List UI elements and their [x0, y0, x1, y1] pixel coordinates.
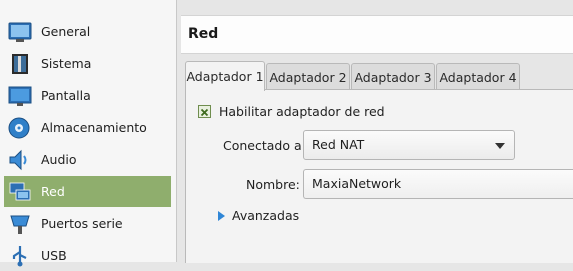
tab-label: Adaptador 1: [186, 69, 264, 84]
page-header: Red: [181, 15, 573, 54]
sidebar-item-label: USB: [41, 248, 67, 263]
enable-adapter-row[interactable]: Habilitar adaptador de red: [198, 104, 385, 119]
expand-arrow-icon: [218, 210, 225, 221]
tab-label: Adaptador 4: [439, 69, 517, 85]
tab-adaptador-4[interactable]: Adaptador 4: [436, 63, 520, 90]
display-icon: [8, 84, 32, 108]
settings-main: Red Adaptador 1 Adaptador 2 Adaptador 3 …: [181, 0, 573, 263]
tab-adaptador-1[interactable]: Adaptador 1: [185, 61, 265, 91]
settings-sidebar: General Sistema Pantalla Almacenamiento …: [0, 0, 177, 266]
tab-label: Adaptador 2: [269, 69, 347, 85]
attached-to-label: Conectado a:: [223, 138, 306, 153]
sidebar-item-audio[interactable]: Audio: [4, 144, 171, 175]
audio-icon: [8, 148, 32, 172]
enable-adapter-label: Habilitar adaptador de red: [219, 104, 385, 119]
tab-label: Adaptador 3: [354, 69, 432, 85]
tab-adaptador-2[interactable]: Adaptador 2: [266, 63, 350, 90]
sidebar-item-pantalla[interactable]: Pantalla: [4, 80, 171, 111]
network-icon: [8, 180, 32, 204]
network-name-value: MaxiaNetwork: [312, 176, 402, 191]
system-icon: [8, 52, 32, 76]
sidebar-item-label: Puertos serie: [41, 216, 123, 231]
name-label: Nombre:: [246, 177, 300, 192]
sidebar-item-almacenamiento[interactable]: Almacenamiento: [4, 112, 171, 143]
attached-to-value: Red NAT: [312, 137, 365, 152]
sidebar-item-label: General: [41, 24, 91, 39]
general-icon: [8, 20, 32, 44]
sidebar-item-usb[interactable]: USB: [4, 240, 171, 271]
network-name-field[interactable]: MaxiaNetwork: [303, 169, 573, 199]
usb-icon: [8, 244, 32, 268]
sidebar-item-label: Pantalla: [41, 88, 91, 103]
adapter-panel: Habilitar adaptador de red Conectado a: …: [185, 89, 573, 263]
page-title: Red: [188, 26, 219, 42]
sidebar-item-label: Sistema: [41, 56, 92, 71]
sidebar-item-label: Almacenamiento: [41, 120, 147, 135]
storage-icon: [8, 116, 32, 140]
checkmark-icon: [200, 108, 209, 117]
sidebar-item-label: Audio: [41, 152, 77, 167]
sidebar-item-puertos-serie[interactable]: Puertos serie: [4, 208, 171, 239]
sidebar-item-sistema[interactable]: Sistema: [4, 48, 171, 79]
attached-to-select[interactable]: Red NAT: [303, 130, 515, 160]
advanced-label: Avanzadas: [232, 208, 300, 223]
serial-ports-icon: [8, 212, 32, 236]
enable-adapter-checkbox[interactable]: [198, 105, 211, 118]
tab-adaptador-3[interactable]: Adaptador 3: [351, 63, 435, 90]
chevron-down-icon: [495, 143, 505, 149]
sidebar-item-general[interactable]: General: [4, 16, 171, 47]
advanced-toggle[interactable]: Avanzadas: [218, 208, 299, 223]
sidebar-item-red[interactable]: Red: [4, 176, 171, 207]
sidebar-item-label: Red: [41, 184, 65, 199]
